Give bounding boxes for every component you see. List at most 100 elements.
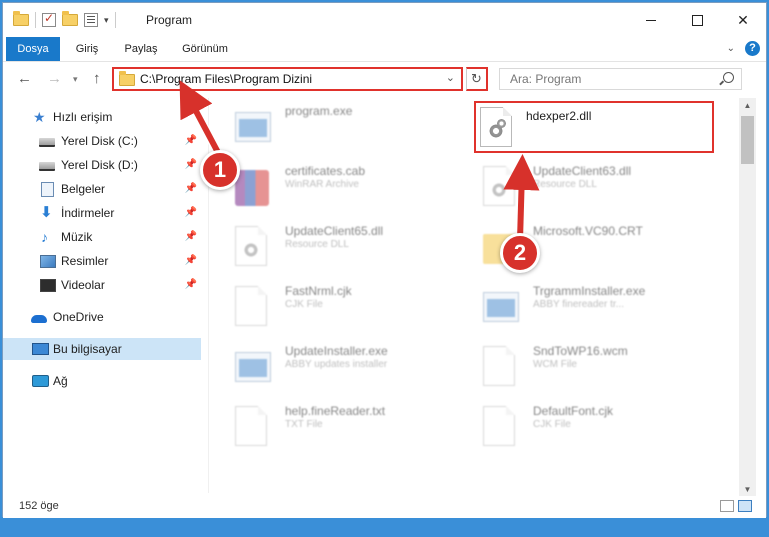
sidebar-item-label: Yerel Disk (D:) — [61, 158, 138, 172]
file-name: UpdateClient63.dll — [533, 164, 632, 178]
sidebar-item-label: Hızlı erişim — [53, 110, 113, 124]
pin-icon[interactable]: 📌 — [185, 231, 197, 242]
blank-file-icon — [483, 346, 521, 388]
minimize-button[interactable] — [628, 3, 674, 37]
sidebar-item-label: İndirmeler — [61, 206, 115, 220]
pin-icon[interactable]: 📌 — [185, 279, 197, 290]
file-item-help-finereader-txt[interactable]: help.fineReader.txt TXT File — [217, 400, 457, 452]
properties-check-icon[interactable] — [42, 11, 56, 27]
sidebar-item-network[interactable]: Ağ — [3, 370, 201, 392]
sidebar-item-this-pc[interactable]: Bu bilgisayar — [3, 338, 201, 360]
sidebar-item-downloads[interactable]: ⬇ İndirmeler 📌 — [3, 202, 201, 224]
scrollbar-thumb[interactable] — [741, 116, 754, 164]
application-icon — [235, 106, 273, 148]
file-type: WCM File — [533, 359, 577, 370]
address-path[interactable]: C:\Program Files\Program Dizini — [140, 72, 312, 86]
file-item-updateclient65-dll[interactable]: UpdateClient65.dll Resource DLL — [217, 220, 457, 272]
sidebar-item-local-disk-d[interactable]: Yerel Disk (D:) 📌 — [3, 154, 201, 176]
file-item-sndtowp16-wcm[interactable]: SndToWP16.wcm WCM File — [465, 340, 705, 392]
explorer-window: ▾ Program ✕ Dosya Giriş Paylaş Görünüm ⌄… — [2, 2, 767, 518]
customize-dropdown-icon[interactable]: ▾ — [104, 15, 109, 26]
view-options-icon[interactable] — [84, 13, 98, 27]
step-1-badge: 1 — [200, 150, 240, 190]
pin-icon[interactable]: 📌 — [185, 207, 197, 218]
address-dropdown-icon[interactable]: ⌄ — [446, 71, 455, 84]
documents-icon — [41, 181, 54, 197]
file-type: CJK File — [285, 299, 323, 310]
up-arrow-icon[interactable]: ↑ — [93, 70, 101, 87]
file-item-updateinstaller-exe[interactable]: UpdateInstaller.exe ABBY updates install… — [217, 340, 457, 392]
file-type: Resource DLL — [533, 179, 597, 190]
address-bar[interactable]: C:\Program Files\Program Dizini ⌄ — [112, 67, 463, 91]
pin-icon[interactable]: 📌 — [185, 255, 197, 266]
file-name: hdexper2.dll — [526, 109, 592, 123]
title-bar: ▾ Program ✕ — [3, 3, 766, 37]
navigation-bar: ← → ▾ ↑ C:\Program Files\Program Dizini … — [3, 62, 766, 96]
tab-file[interactable]: Dosya — [6, 37, 60, 61]
file-item-updateclient63-dll[interactable]: UpdateClient63.dll Resource DLL — [465, 160, 705, 212]
sidebar-item-pictures[interactable]: Resimler 📌 — [3, 250, 201, 272]
file-item-trgramminstaller-exe[interactable]: TrgrammInstaller.exe ABBY finereader tr.… — [465, 280, 705, 332]
refresh-button[interactable]: ↻ — [466, 67, 488, 91]
details-view-icon[interactable] — [720, 500, 734, 512]
ribbon-tabs: Dosya Giriş Paylaş Görünüm ⌄ ? — [3, 37, 766, 62]
file-name: DefaultFont.cjk — [533, 404, 614, 418]
file-name: program.exe — [285, 104, 353, 118]
downloads-icon: ⬇ — [40, 204, 53, 221]
sidebar-item-videos[interactable]: Videolar 📌 — [3, 274, 201, 296]
vertical-scrollbar[interactable]: ▲ ▼ — [739, 98, 756, 498]
file-item-hdexper2-dll[interactable]: hdexper2.dll — [474, 101, 714, 153]
file-item-program-exe[interactable]: program.exe — [217, 100, 457, 152]
step-2-badge: 2 — [500, 233, 540, 273]
close-button[interactable]: ✕ — [720, 3, 766, 37]
large-icons-view-icon[interactable] — [738, 500, 752, 512]
help-icon[interactable]: ? — [745, 41, 760, 56]
sidebar-item-label: Bu bilgisayar — [53, 342, 122, 356]
maximize-button[interactable] — [674, 3, 720, 37]
search-icon[interactable] — [723, 72, 734, 83]
new-folder-icon[interactable] — [62, 11, 78, 26]
file-item-certificates-cab[interactable]: certificates.cab WinRAR Archive — [217, 160, 457, 212]
file-item-fastnrml-cjk[interactable]: FastNrml.cjk CJK File — [217, 280, 457, 332]
pin-icon[interactable]: 📌 — [185, 183, 197, 194]
navigation-pane: ★ Hızlı erişim Yerel Disk (C:) 📌 Yerel D… — [3, 98, 203, 493]
computer-icon — [32, 343, 49, 355]
back-arrow-icon[interactable]: ← — [17, 70, 32, 87]
music-icon: ♪ — [41, 229, 48, 245]
file-name: certificates.cab — [285, 164, 366, 178]
search-input[interactable]: Ara: Program — [499, 68, 742, 90]
tab-home[interactable]: Giriş — [67, 37, 107, 61]
sidebar-item-quick-access[interactable]: ★ Hızlı erişim — [3, 106, 201, 128]
view-toggle — [720, 500, 752, 512]
sidebar-item-local-disk-c[interactable]: Yerel Disk (C:) 📌 — [3, 130, 201, 152]
forward-arrow-icon[interactable]: → — [47, 70, 62, 87]
application-icon — [235, 346, 273, 388]
refresh-icon: ↻ — [471, 71, 482, 86]
window-title: Program — [146, 13, 193, 27]
file-type: ABBY updates installer — [285, 359, 388, 370]
scroll-up-icon[interactable]: ▲ — [739, 98, 756, 114]
close-icon: ✕ — [737, 11, 749, 28]
application-icon — [483, 286, 521, 328]
sidebar-item-music[interactable]: ♪ Müzik 📌 — [3, 226, 201, 248]
star-icon: ★ — [33, 109, 46, 125]
pin-icon[interactable]: 📌 — [185, 159, 197, 170]
expand-ribbon-icon[interactable]: ⌄ — [727, 43, 735, 54]
recent-locations-icon[interactable]: ▾ — [73, 74, 78, 85]
file-name: help.fineReader.txt — [285, 404, 386, 418]
tab-view[interactable]: Görünüm — [173, 37, 237, 61]
sidebar-item-label: Yerel Disk (C:) — [61, 134, 138, 148]
folder-icon — [13, 11, 29, 26]
file-item-defaultfont-cjk[interactable]: DefaultFont.cjk CJK File — [465, 400, 705, 452]
sidebar-item-onedrive[interactable]: OneDrive — [3, 306, 201, 328]
gear-icon — [496, 118, 507, 129]
minimize-icon — [646, 19, 656, 21]
file-list: program.exe hdexper2.dll certificates.ca… — [209, 98, 739, 493]
tab-share[interactable]: Paylaş — [117, 37, 165, 61]
archive-icon — [235, 166, 273, 208]
pin-icon[interactable]: 📌 — [185, 135, 197, 146]
search-placeholder: Ara: Program — [510, 72, 582, 86]
sidebar-item-documents[interactable]: Belgeler 📌 — [3, 178, 201, 200]
file-type: ABBY finereader tr... — [533, 299, 624, 310]
toolbar-divider — [114, 12, 116, 28]
